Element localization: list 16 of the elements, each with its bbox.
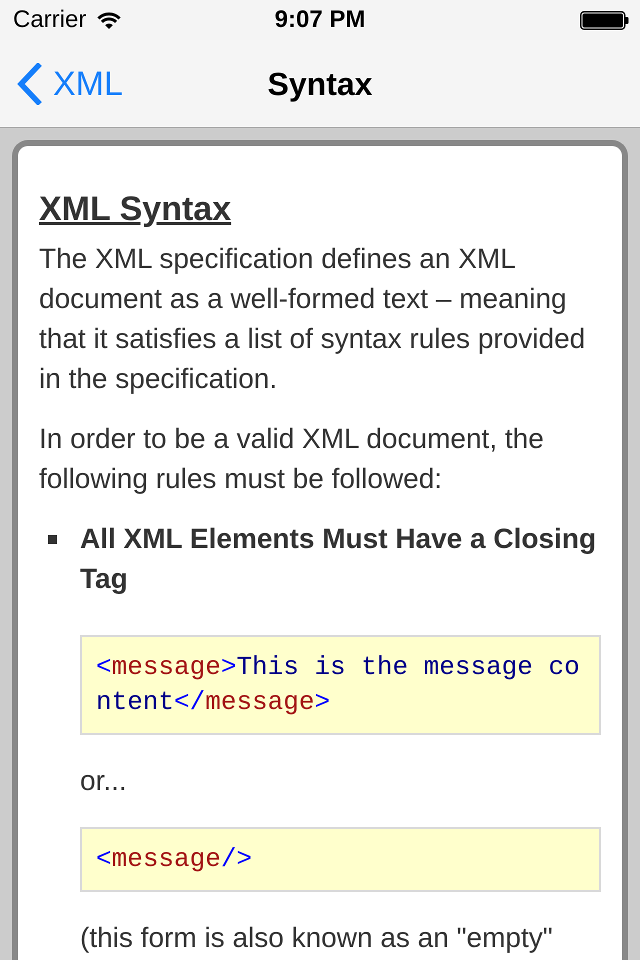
chevron-left-icon bbox=[16, 62, 42, 104]
code-block: <message/> bbox=[80, 827, 601, 892]
paragraph: The XML specification defines an XML document as a well-formed text – meaning that it satisfies a list of syntax rules provided in the specification. bbox=[39, 242, 586, 396]
wifi-icon bbox=[97, 11, 122, 29]
code-block: <message>This is the message content</message> bbox=[80, 635, 601, 735]
page-title: Syntax bbox=[268, 64, 372, 104]
rule-heading: All XML Elements Must Have a Closing Tag bbox=[80, 522, 598, 596]
battery-icon bbox=[580, 10, 629, 30]
paragraph: (this form is also known as an "empty" bbox=[80, 921, 554, 955]
back-button[interactable]: XML bbox=[16, 62, 123, 104]
carrier-name: Carrier bbox=[13, 6, 86, 34]
paragraph: In order to be a valid XML document, the following rules must be followed: bbox=[39, 422, 545, 496]
article-heading: XML Syntax bbox=[39, 189, 232, 229]
paragraph: or... bbox=[80, 764, 128, 798]
status-time: 9:07 PM bbox=[274, 6, 366, 34]
square-bullet-icon bbox=[48, 535, 57, 544]
